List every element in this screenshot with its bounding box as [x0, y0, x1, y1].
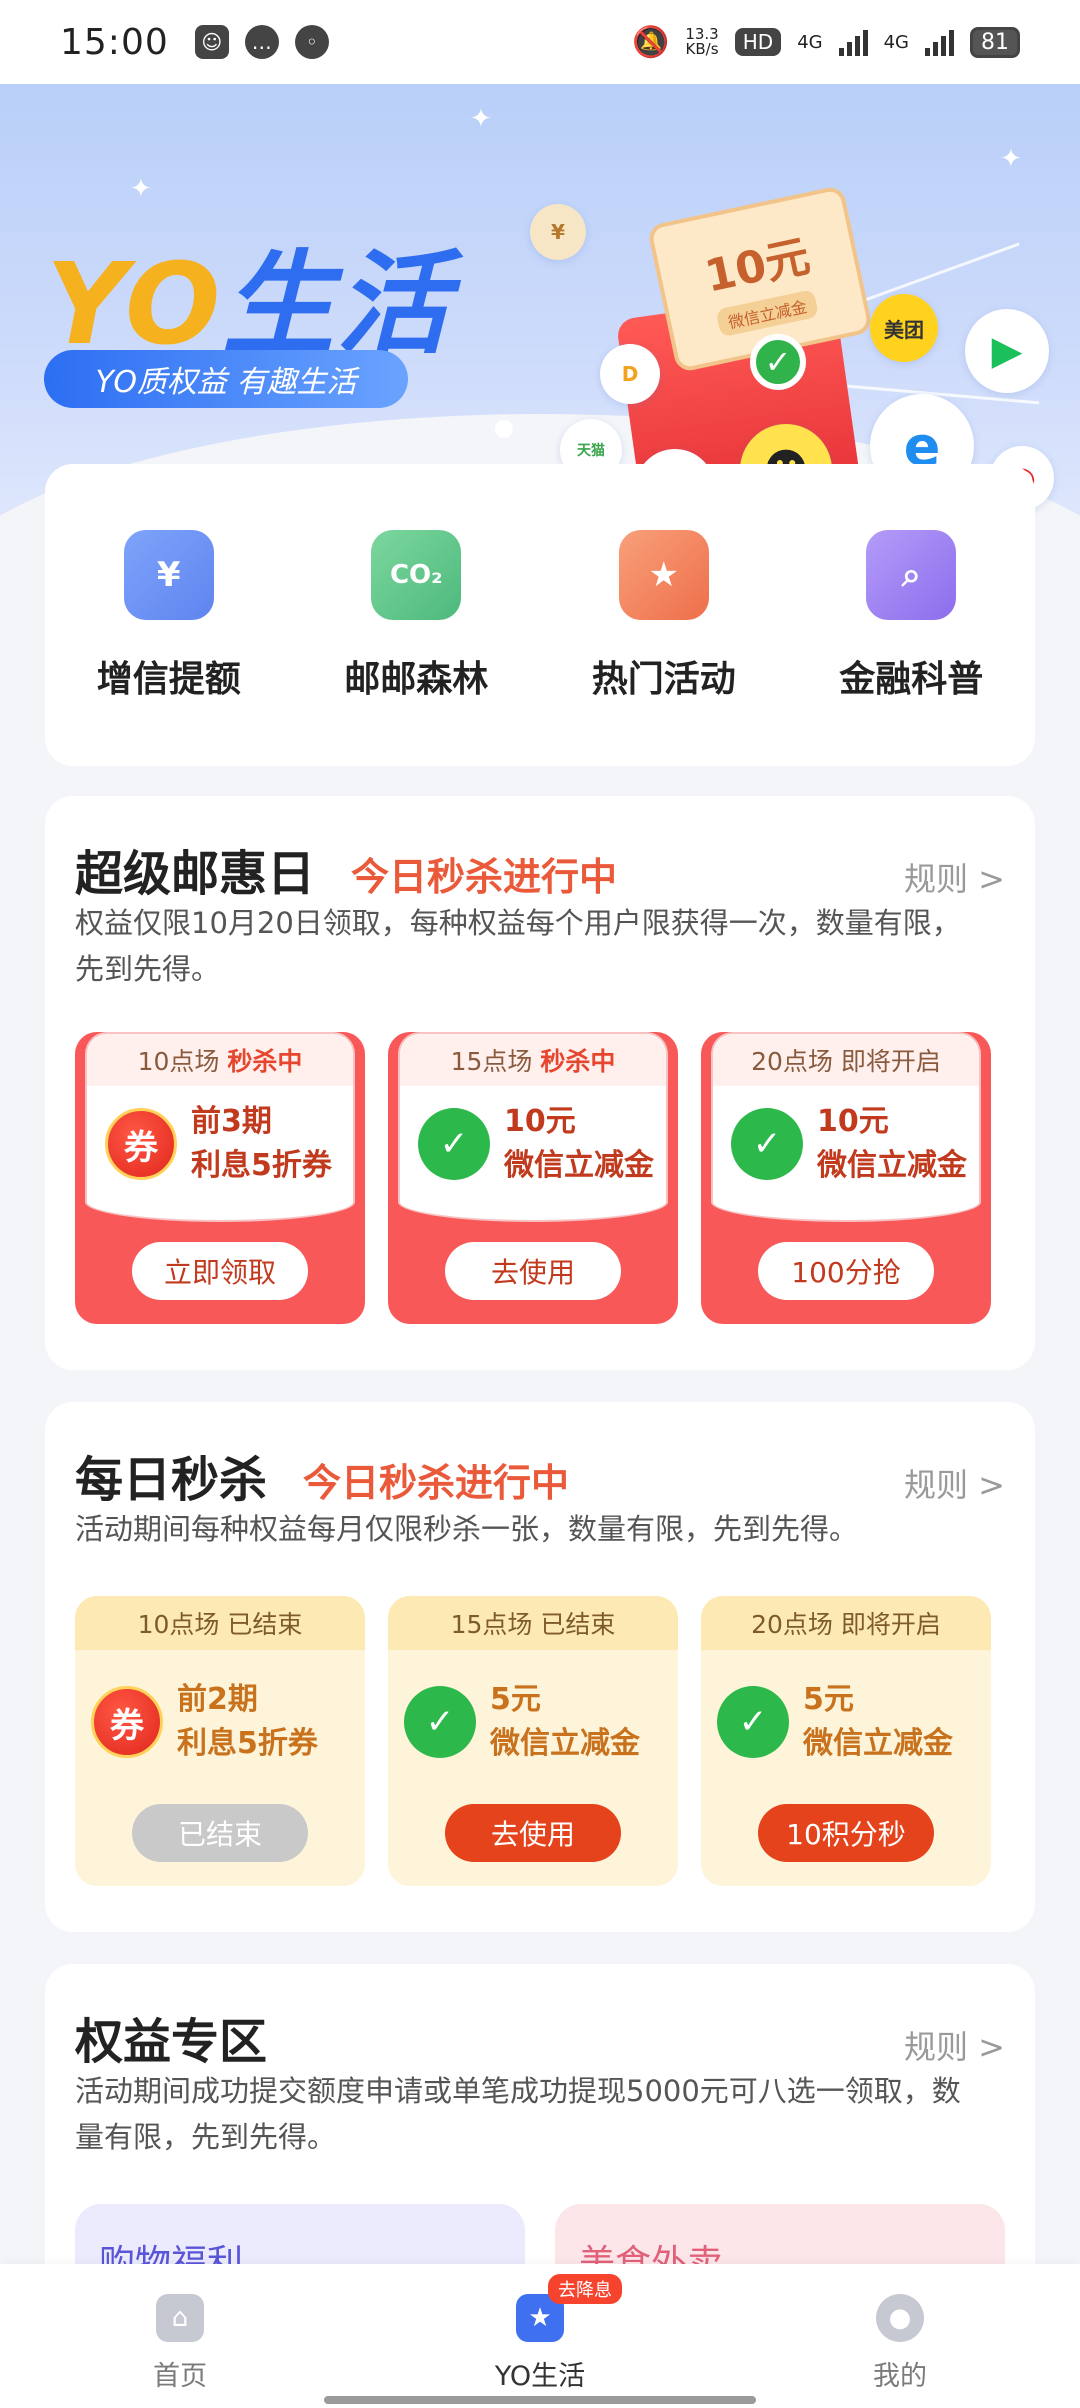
check-icon: ✓	[750, 334, 806, 390]
rules-link[interactable]: 规则 >	[904, 854, 1005, 900]
session-label: 20点场 即将开启	[713, 1034, 979, 1086]
bookmark-star-icon: ★	[618, 530, 709, 620]
daily-flash-card: 每日秒杀 今日秒杀进行中 规则 > 活动期间每种权益每月仅限秒杀一张，数量有限，…	[45, 1402, 1035, 1932]
network-type-2: 4G	[883, 31, 909, 53]
sparkle-icon: ✦	[130, 174, 152, 204]
wechat-pay-icon: ✓	[731, 1108, 803, 1180]
status-bar: 15:00 ☺ … ◦ 🔕 13.3 KB/s HD 4G 4G 81	[0, 0, 1080, 84]
flash-card[interactable]: 20点场 即将开启 ✓ 5元 微信立减金 10积分秒	[701, 1596, 991, 1886]
coupon-card[interactable]: 15点场 秒杀中 ✓ 10元 微信立减金 去使用	[388, 1032, 678, 1324]
mute-icon: 🔕	[631, 24, 670, 60]
session-label: 15点场 已结束	[388, 1596, 678, 1650]
wechat-pay-icon: ✓	[404, 1686, 476, 1758]
battery-icon: 81	[970, 26, 1020, 58]
wallet-icon: ¥	[123, 530, 214, 620]
didi-icon: D	[600, 344, 660, 404]
system-indicators: 🔕 13.3 KB/s HD 4G 4G 81	[632, 25, 1020, 60]
doc-search-icon: ⌕	[866, 530, 957, 620]
coupon-badge-icon: 券	[91, 1686, 163, 1758]
super-day-card: 超级邮惠日 今日秒杀进行中 规则 > 权益仅限10月20日领取，每种权益每个用户…	[45, 796, 1035, 1370]
notification-icons: ☺ … ◦	[194, 25, 329, 59]
home-icon: ⌂	[156, 2294, 204, 2342]
wechat-icon: ◦	[294, 25, 329, 59]
wechat-pay-icon: ✓	[418, 1108, 490, 1180]
rules-link[interactable]: 规则 >	[904, 1460, 1005, 1506]
use-button[interactable]: 去使用	[445, 1242, 621, 1300]
coupon-card[interactable]: 20点场 即将开启 ✓ 10元 微信立减金 100分抢	[701, 1032, 991, 1324]
tab-yo-life[interactable]: 去降息 ★ YO生活	[430, 2274, 650, 2408]
section-status: 今日秒杀进行中	[303, 1461, 570, 1505]
coin-icon: ¥	[530, 204, 586, 260]
bottom-nav: ⌂ 首页 去降息 ★ YO生活 ● 我的	[0, 2264, 1080, 2408]
banner-tagline: YO质权益 有趣生活	[44, 350, 408, 408]
session-label: 10点场 秒杀中	[87, 1034, 353, 1086]
nav-credit-limit[interactable]: ¥ 增信提额	[69, 530, 269, 766]
signal-icon	[838, 28, 868, 56]
status-time: 15:00	[60, 21, 169, 63]
tab-mine[interactable]: ● 我的	[790, 2294, 1010, 2408]
section-title: 每日秒杀	[75, 1452, 268, 1508]
points-grab-button[interactable]: 100分抢	[758, 1242, 934, 1300]
section-status: 今日秒杀进行中	[351, 855, 618, 899]
ended-button[interactable]: 已结束	[132, 1804, 308, 1862]
flash-card[interactable]: 10点场 已结束 券 前2期 利息5折券 已结束	[75, 1596, 365, 1886]
claim-button[interactable]: 立即领取	[132, 1242, 308, 1300]
section-desc: 活动期间成功提交额度申请或单笔成功提现5000元可八选一领取，数量有限，先到先得…	[75, 2074, 961, 2154]
app-notification-icon: ☺	[194, 25, 229, 59]
network-type-1: 4G	[797, 31, 823, 53]
tencent-video-icon: ▶	[965, 309, 1049, 393]
use-button[interactable]: 去使用	[445, 1804, 621, 1862]
sparkle-icon: ✦	[1000, 144, 1022, 174]
meituan-icon: 美团	[870, 294, 938, 362]
section-title: 超级邮惠日	[75, 846, 316, 902]
nav-hot-events[interactable]: ★ 热门活动	[564, 530, 764, 766]
nav-finance-edu[interactable]: ⌕ 金融科普	[811, 530, 1011, 766]
home-indicator[interactable]	[324, 2396, 756, 2404]
coupon-badge-icon: 券	[105, 1108, 177, 1180]
message-icon: …	[244, 25, 279, 59]
profile-icon: ●	[876, 2294, 924, 2342]
wechat-pay-icon: ✓	[717, 1686, 789, 1758]
network-speed: 13.3 KB/s	[685, 25, 719, 58]
hd-icon: HD	[734, 28, 782, 56]
quick-nav-card: ¥ 增信提额 CO₂ 邮邮森林 ★ 热门活动 ⌕ 金融科普	[45, 464, 1035, 766]
nav-forest[interactable]: CO₂ 邮邮森林	[316, 530, 516, 766]
signal-icon-2	[925, 28, 954, 56]
sparkle-icon: ✦	[470, 104, 492, 134]
rules-link[interactable]: 规则 >	[904, 2022, 1005, 2068]
promo-badge: 去降息	[548, 2274, 622, 2304]
coupon-card[interactable]: 10点场 秒杀中 券 前3期 利息5折券 立即领取	[75, 1032, 365, 1324]
session-label: 15点场 秒杀中	[400, 1034, 666, 1086]
section-desc: 活动期间每种权益每月仅限秒杀一张，数量有限，先到先得。	[75, 1512, 859, 1546]
flash-card[interactable]: 15点场 已结束 ✓ 5元 微信立减金 去使用	[388, 1596, 678, 1886]
carousel-dot	[495, 420, 513, 438]
tab-home[interactable]: ⌂ 首页	[70, 2294, 290, 2408]
points-flash-button[interactable]: 10积分秒	[758, 1804, 934, 1862]
session-label: 10点场 已结束	[75, 1596, 365, 1650]
session-label: 20点场 即将开启	[701, 1596, 991, 1650]
co2-leaf-icon: CO₂	[371, 530, 462, 620]
section-desc: 权益仅限10月20日领取，每种权益每个用户限获得一次，数量有限，先到先得。	[75, 906, 961, 986]
section-title: 权益专区	[75, 2014, 268, 2070]
